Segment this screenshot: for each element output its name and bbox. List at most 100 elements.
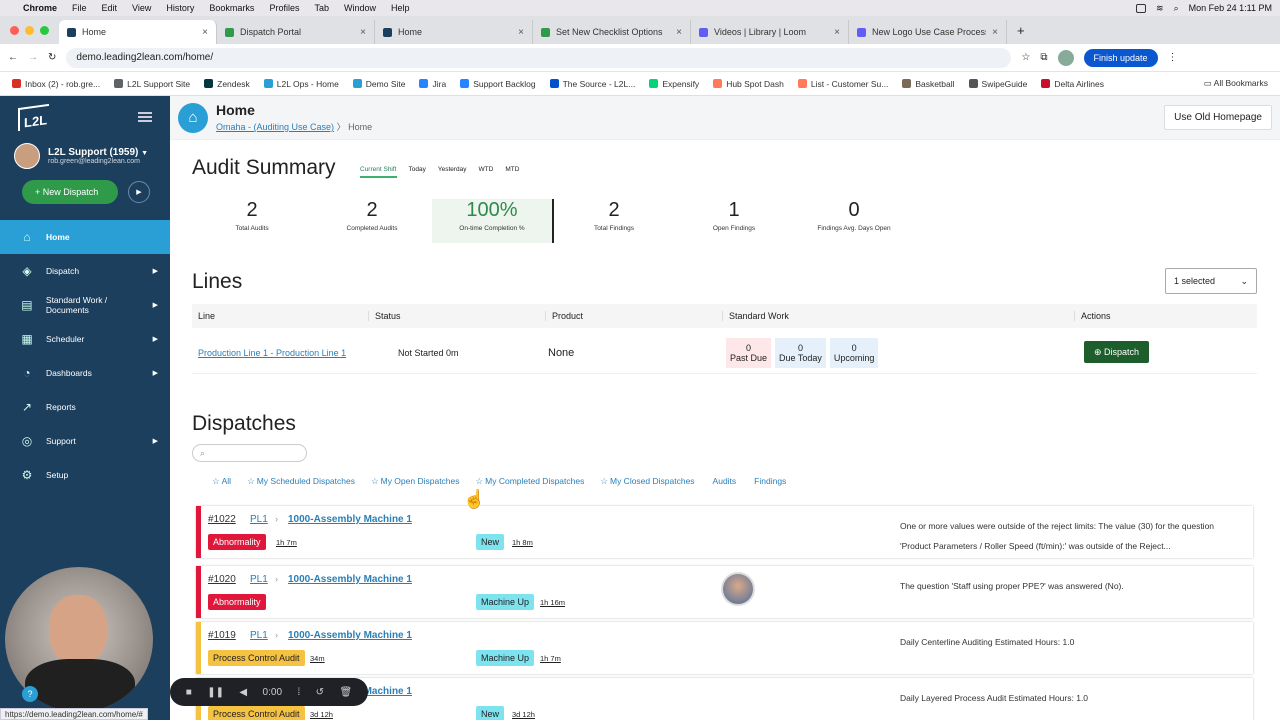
bookmark-item[interactable]: List - Customer Su...: [797, 79, 888, 89]
filter-wtd[interactable]: WTD: [479, 166, 494, 178]
tab-my-open-dispatches[interactable]: My Open Dispatches: [371, 476, 460, 487]
extensions-icon[interactable]: ⧉: [1040, 52, 1047, 63]
bookmark-item[interactable]: The Source - L2L...: [549, 79, 635, 89]
chevron-right-icon[interactable]: ▶: [128, 181, 150, 203]
dispatch-search-input[interactable]: ⌕: [192, 444, 307, 462]
standard-work-count[interactable]: 0 Upcoming: [829, 337, 879, 368]
dispatch-button[interactable]: ⊕ Dispatch: [1084, 341, 1150, 363]
tab-my-scheduled-dispatches[interactable]: My Scheduled Dispatches: [247, 476, 355, 487]
bookmark-star-icon[interactable]: ☆: [1021, 52, 1030, 63]
reload-icon[interactable]: ↻: [48, 52, 56, 63]
line-code-link[interactable]: PL1: [250, 630, 268, 641]
menu-tab[interactable]: Tab: [314, 3, 329, 13]
bookmark-item[interactable]: SwipeGuide: [968, 79, 1027, 89]
tab-my-closed-dispatches[interactable]: My Closed Dispatches: [600, 476, 695, 487]
dispatch-card[interactable]: #1022 PL1 › 1000-Assembly Machine 1 Abnormal…: [196, 506, 1253, 558]
filter-current-shift[interactable]: Current Shift: [360, 166, 397, 178]
stop-icon[interactable]: ■: [186, 687, 192, 698]
menu-history[interactable]: History: [166, 3, 194, 13]
breadcrumb-site-link[interactable]: Omaha - (Auditing Use Case): [216, 122, 334, 132]
grid-icon[interactable]: ⁞: [297, 687, 300, 698]
menu-toggle-icon[interactable]: [138, 112, 152, 122]
line-link[interactable]: Production Line 1 - Production Line 1: [198, 348, 346, 358]
close-tab-icon[interactable]: ×: [676, 27, 682, 38]
search-icon[interactable]: ⌕: [1174, 3, 1179, 14]
close-tab-icon[interactable]: ×: [834, 27, 840, 38]
close-tab-icon[interactable]: ×: [202, 27, 208, 38]
back-icon[interactable]: ←: [8, 52, 18, 63]
standard-work-count[interactable]: 0 Due Today: [775, 337, 826, 368]
close-tab-icon[interactable]: ×: [992, 27, 998, 38]
menu-bookmarks[interactable]: Bookmarks: [209, 3, 254, 13]
minimize-window-button[interactable]: [25, 25, 34, 35]
dispatch-card[interactable]: #1020 PL1 › 1000-Assembly Machine 1 Abnormal…: [196, 566, 1253, 618]
restart-icon[interactable]: ↺: [316, 687, 324, 698]
menu-view[interactable]: View: [132, 3, 151, 13]
sidebar-item-scheduler[interactable]: ▦ Scheduler ▶: [0, 322, 170, 356]
all-bookmarks[interactable]: ▭ All Bookmarks: [1204, 78, 1268, 89]
bookmark-item[interactable]: Support Backlog: [460, 79, 536, 89]
zoom-window-button[interactable]: [40, 25, 49, 35]
browser-tab[interactable]: Dispatch Portal ×: [217, 20, 375, 44]
bookmark-item[interactable]: Inbox (2) - rob.gre...: [12, 79, 100, 89]
line-code-link[interactable]: PL1: [250, 574, 268, 585]
use-old-homepage-button[interactable]: Use Old Homepage: [1164, 105, 1272, 130]
help-icon[interactable]: ?: [22, 686, 38, 702]
pause-icon[interactable]: ❚❚: [207, 687, 224, 698]
forward-icon[interactable]: →: [28, 52, 38, 63]
browser-tab[interactable]: Home ×: [59, 20, 217, 44]
tab-audits[interactable]: Audits: [711, 476, 737, 487]
close-tab-icon[interactable]: ×: [518, 27, 524, 38]
dispatch-number-link[interactable]: #1020: [208, 574, 236, 585]
dispatch-card[interactable]: #1019 PL1 › 1000-Assembly Machine 1 Process …: [196, 622, 1253, 674]
machine-link[interactable]: 1000-Assembly Machine 1: [288, 514, 412, 525]
bookmark-item[interactable]: Basketball: [902, 79, 955, 89]
battery-icon[interactable]: [1136, 3, 1147, 13]
bookmark-item[interactable]: Jira: [419, 79, 446, 89]
l2l-logo[interactable]: L2L: [18, 103, 50, 131]
user-menu[interactable]: L2L Support (1959) ▼ rob.green@leading2l…: [0, 138, 170, 174]
dispatch-number-link[interactable]: #1022: [208, 514, 236, 525]
menu-profiles[interactable]: Profiles: [269, 3, 299, 13]
sidebar-item-dispatch[interactable]: ◈ Dispatch ▶: [0, 254, 170, 288]
menu-file[interactable]: File: [72, 3, 87, 13]
url-input[interactable]: demo.leading2lean.com/home/: [66, 47, 1012, 68]
filter-today[interactable]: Today: [409, 166, 426, 178]
close-window-button[interactable]: [10, 25, 19, 35]
finish-update-button[interactable]: Finish update: [1083, 48, 1158, 67]
rewind-icon[interactable]: ◀: [239, 687, 247, 698]
sidebar-item-standard[interactable]: ▤ Standard Work / Documents ▶: [0, 288, 170, 322]
bookmark-item[interactable]: L2L Support Site: [114, 79, 190, 89]
machine-link[interactable]: 1000-Assembly Machine 1: [288, 574, 412, 585]
sidebar-item-home[interactable]: ⌂ Home: [0, 220, 170, 254]
tab-findings[interactable]: Findings: [752, 476, 786, 487]
machine-link[interactable]: 1000-Assembly Machine 1: [288, 630, 412, 641]
line-code-link[interactable]: PL1: [250, 514, 268, 525]
sidebar-item-support[interactable]: ◎ Support ▶: [0, 424, 170, 458]
clock[interactable]: Mon Feb 24 1:11 PM: [1189, 3, 1272, 13]
browser-tab[interactable]: New Logo Use Case Process ×: [849, 20, 1007, 44]
bookmark-item[interactable]: Delta Airlines: [1041, 79, 1104, 89]
browser-menu-icon[interactable]: ⋮: [1168, 52, 1178, 63]
tab-my-completed-dispatches[interactable]: My Completed Dispatches: [476, 476, 584, 487]
tab-all[interactable]: All: [212, 476, 231, 487]
standard-work-count[interactable]: 0 Past Due: [726, 337, 772, 368]
close-tab-icon[interactable]: ×: [360, 27, 366, 38]
bookmark-item[interactable]: L2L Ops - Home: [263, 79, 339, 89]
bookmark-item[interactable]: Zendesk: [204, 79, 250, 89]
browser-tab[interactable]: Home ×: [375, 20, 533, 44]
sidebar-item-reports[interactable]: ↗ Reports: [0, 390, 170, 424]
browser-tab[interactable]: Videos | Library | Loom ×: [691, 20, 849, 44]
new-dispatch-button[interactable]: + New Dispatch: [22, 180, 118, 204]
menu-window[interactable]: Window: [344, 3, 376, 13]
wifi-icon[interactable]: ≋: [1156, 3, 1164, 14]
delete-icon[interactable]: 🗑: [340, 687, 353, 698]
menu-help[interactable]: Help: [391, 3, 410, 13]
dispatch-number-link[interactable]: #1019: [208, 630, 236, 641]
filter-mtd[interactable]: MTD: [505, 166, 519, 178]
line-select[interactable]: 1 selected ⌄: [1165, 268, 1257, 294]
browser-tab[interactable]: Set New Checklist Options ×: [533, 20, 691, 44]
menu-edit[interactable]: Edit: [102, 3, 118, 13]
bookmark-item[interactable]: Demo Site: [352, 79, 405, 89]
profile-avatar[interactable]: [1057, 49, 1074, 66]
